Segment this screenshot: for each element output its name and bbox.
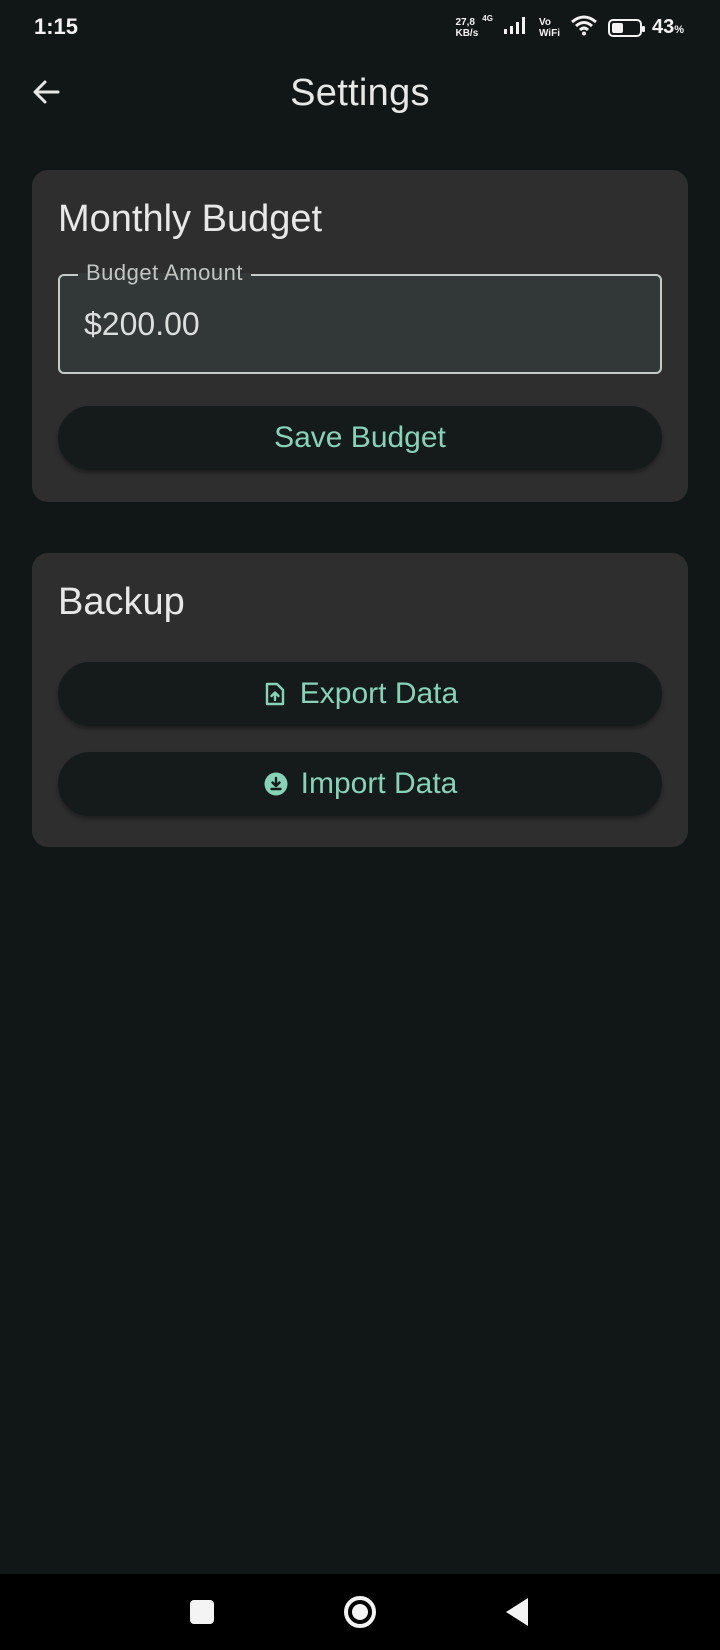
status-bar: 1:15 27,8 KB/s 4G Vo WiFi 43% [0, 0, 720, 56]
wifi-text: WiFi [538, 27, 560, 39]
network-generation: 4G [482, 14, 493, 23]
monthly-budget-title: Monthly Budget [58, 198, 323, 240]
battery-icon [607, 18, 645, 37]
network-speed-unit: KB/s [455, 27, 479, 39]
download-circle-icon [263, 771, 289, 797]
network-speed-value: 27,8 [455, 16, 475, 28]
budget-amount-label: Budget Amount [78, 260, 251, 286]
import-data-label: Import Data [300, 767, 458, 800]
budget-amount-input[interactable] [84, 302, 644, 346]
home-circle-icon[interactable] [344, 1596, 376, 1628]
app-bar: Settings [0, 56, 720, 132]
file-upload-icon [262, 681, 288, 707]
system-nav-bar [0, 1574, 720, 1650]
battery-percent: 43% [652, 16, 684, 39]
backup-card: Backup Export Data Import Data [32, 553, 688, 847]
budget-amount-field[interactable]: Budget Amount [58, 260, 662, 374]
wifi-icon [570, 14, 598, 41]
save-budget-label: Save Budget [274, 421, 446, 454]
back-triangle-icon[interactable] [506, 1598, 528, 1626]
import-data-button[interactable]: Import Data [58, 752, 662, 816]
network-speed: 27,8 KB/s [455, 17, 478, 39]
backup-title: Backup [58, 581, 185, 623]
signal-icon [503, 15, 529, 40]
monthly-budget-card: Monthly Budget Budget Amount Save Budget [32, 170, 688, 502]
status-time: 1:15 [34, 14, 79, 39]
save-budget-button[interactable]: Save Budget [58, 406, 662, 470]
page-title: Settings [290, 72, 430, 114]
export-data-label: Export Data [299, 677, 459, 710]
battery-value: 43 [651, 16, 675, 38]
vowifi-label: Vo WiFi [539, 17, 560, 39]
recents-square-icon[interactable] [190, 1600, 214, 1624]
export-data-button[interactable]: Export Data [58, 662, 662, 726]
vo-text: Vo [538, 16, 551, 28]
status-icons: 27,8 KB/s 4G Vo WiFi 43% [455, 14, 684, 41]
battery-unit: % [674, 24, 684, 36]
